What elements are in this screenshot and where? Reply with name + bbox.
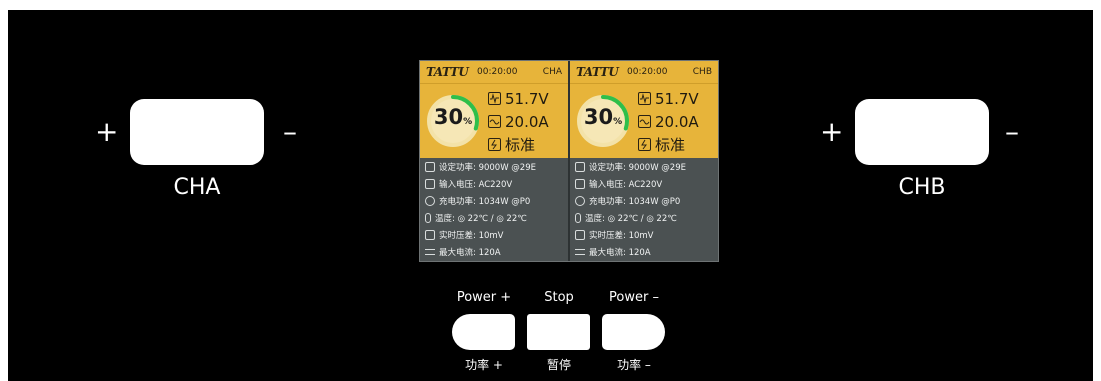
info-row: 输入电压: AC220V: [570, 175, 718, 192]
mode-value: 标准: [655, 136, 686, 154]
power-setting-icon: [425, 161, 435, 172]
chb-label: CHB: [898, 175, 946, 200]
cha-port[interactable]: [130, 99, 264, 165]
stop-button[interactable]: [527, 314, 590, 350]
info-row: 实时压差: 10mV: [420, 226, 568, 243]
brand-logo: TATTU: [426, 65, 469, 79]
max-current-icon: [425, 248, 435, 255]
thermometer-icon: [425, 212, 431, 223]
power-setting-icon: [575, 161, 585, 172]
info-row: 实时压差: 10mV: [570, 226, 718, 243]
current-value: 20.0A: [505, 112, 549, 131]
info-row: 最大电流: 120A: [570, 243, 718, 260]
lcd-channel-b: TATTU 00:20:00 CHB 30% 51.7V 20.0A 标准 设定…: [570, 61, 718, 261]
lcd-header: TATTU 00:20:00 CHA: [420, 61, 568, 84]
info-row: 输入电压: AC220V: [420, 175, 568, 192]
chb-minus-sign: –: [1005, 115, 1019, 148]
chb-plus-sign: +: [820, 115, 844, 148]
voltage-value: 51.7V: [505, 89, 549, 108]
current-icon: [488, 115, 501, 128]
cha-minus-sign: –: [283, 115, 297, 148]
lightning-icon: [638, 138, 651, 151]
chb-port[interactable]: [855, 99, 989, 165]
timer: 00:20:00: [477, 67, 518, 77]
channel-name: CHA: [542, 67, 562, 77]
info-row: 充电功率: 1034W @P0: [420, 192, 568, 209]
thermometer-icon: [575, 212, 581, 223]
power-up-button[interactable]: [452, 314, 515, 350]
current-value: 20.0A: [655, 112, 699, 131]
input-voltage-icon: [575, 178, 585, 189]
brand-logo: TATTU: [576, 65, 619, 79]
info-list: 设定功率: 9000W @29E 输入电压: AC220V 充电功率: 1034…: [420, 158, 568, 260]
cha-plus-sign: +: [95, 115, 119, 148]
readings: 51.7V 20.0A 标准: [488, 87, 549, 156]
cell-diff-icon: [575, 229, 585, 240]
cell-diff-icon: [425, 229, 435, 240]
mode-value: 标准: [505, 136, 536, 154]
readings: 51.7V 20.0A 标准: [638, 87, 699, 156]
voltage-value: 51.7V: [655, 89, 699, 108]
power-down-button[interactable]: [602, 314, 665, 350]
info-list: 设定功率: 9000W @29E 输入电压: AC220V 充电功率: 1034…: [570, 158, 718, 260]
voltage-icon: [638, 92, 651, 105]
timer: 00:20:00: [627, 67, 668, 77]
voltage-icon: [488, 92, 501, 105]
max-current-icon: [575, 248, 585, 255]
lcd-header: TATTU 00:20:00 CHB: [570, 61, 718, 84]
lightning-icon: [488, 138, 501, 151]
charge-power-icon: [425, 195, 435, 206]
power-down-label: Power –: [609, 290, 659, 305]
info-row: 设定功率: 9000W @29E: [420, 158, 568, 175]
info-row: 设定功率: 9000W @29E: [570, 158, 718, 175]
cha-label: CHA: [173, 175, 221, 200]
power-down-label-cn: 功率 –: [617, 358, 651, 372]
charge-percent: 30%: [583, 105, 623, 129]
lcd-display: TATTU 00:20:00 CHA 30% 51.7V 20.0A 标准 设定…: [419, 60, 719, 262]
info-row: 温度: ◎ 22℃ / ◎ 22℃: [570, 209, 718, 226]
current-icon: [638, 115, 651, 128]
channel-name: CHB: [692, 67, 712, 77]
info-row: 温度: ◎ 22℃ / ◎ 22℃: [420, 209, 568, 226]
lcd-channel-a: TATTU 00:20:00 CHA 30% 51.7V 20.0A 标准 设定…: [420, 61, 568, 261]
info-row: 充电功率: 1034W @P0: [570, 192, 718, 209]
charge-power-icon: [575, 195, 585, 206]
info-row: 最大电流: 120A: [420, 243, 568, 260]
input-voltage-icon: [425, 178, 435, 189]
charge-percent: 30%: [433, 105, 473, 129]
